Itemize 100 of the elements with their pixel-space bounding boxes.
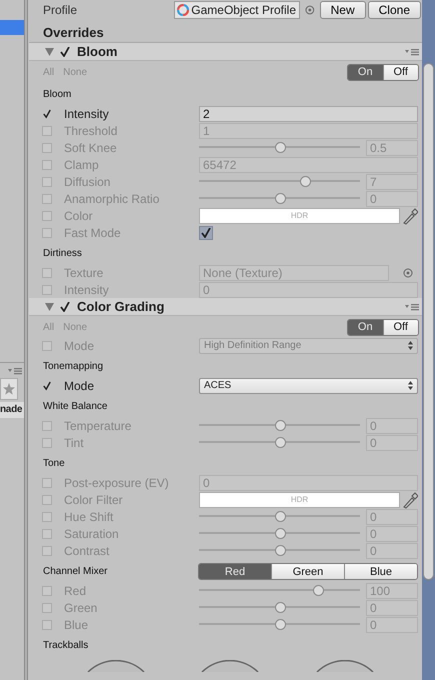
checkmark-icon [43, 380, 51, 390]
checkbox[interactable] [42, 142, 52, 152]
toggle-button[interactable]: Off [382, 320, 418, 334]
checkbox[interactable] [42, 512, 52, 522]
checkbox[interactable] [42, 210, 52, 220]
trackball-wheel[interactable] [314, 660, 375, 672]
checkbox[interactable] [42, 438, 52, 448]
channel-tab[interactable]: Blue [344, 564, 417, 579]
checkbox[interactable] [42, 194, 52, 204]
slider-thumb[interactable] [300, 176, 312, 187]
profile-field[interactable]: GameObject Profile [174, 1, 300, 19]
object-field[interactable]: None (Texture) [199, 264, 389, 280]
checkbox[interactable] [59, 300, 71, 312]
field-label: Intensity [64, 282, 110, 296]
effect-header[interactable]: Bloom [29, 43, 422, 61]
eyedropper-icon[interactable] [402, 206, 418, 224]
checkbox[interactable] [42, 620, 52, 630]
scrollbar[interactable] [422, 0, 435, 680]
button[interactable]: New [320, 1, 366, 19]
checkbox[interactable] [42, 420, 52, 430]
dropdown[interactable]: High Definition Range [199, 338, 418, 354]
channel-tab[interactable]: Green [271, 564, 344, 579]
value-field[interactable]: 0 [366, 526, 418, 542]
channel-tab[interactable]: Red [199, 564, 271, 579]
all-link[interactable]: All [43, 322, 54, 332]
checkbox[interactable] [42, 380, 52, 390]
checkbox[interactable] [42, 160, 52, 170]
none-link[interactable]: None [63, 322, 88, 332]
checkbox[interactable] [42, 126, 52, 136]
value-field[interactable]: 0 [366, 508, 418, 524]
none-link[interactable]: None [63, 66, 88, 78]
group-title: Channel Mixer [43, 566, 108, 577]
text-field[interactable]: 2 [199, 106, 418, 122]
value-field[interactable]: 0 [366, 542, 418, 558]
value-field[interactable]: 0 [366, 418, 418, 434]
field-label: Color [64, 208, 94, 222]
slider-thumb[interactable] [274, 619, 286, 630]
menu-icon[interactable] [8, 366, 22, 374]
value-field[interactable]: 0.5 [366, 140, 418, 156]
color-field[interactable]: HDR [199, 208, 400, 224]
eyedropper-icon[interactable] [402, 490, 418, 508]
toggle-button[interactable]: On [348, 64, 382, 80]
dropdown[interactable]: ACES [199, 378, 418, 394]
checkbox[interactable] [42, 494, 52, 504]
checkbox[interactable] [59, 46, 71, 58]
checkbox[interactable] [42, 284, 52, 294]
checkbox[interactable] [42, 586, 52, 596]
toggle-button[interactable]: Off [382, 64, 418, 80]
checkbox[interactable] [42, 228, 52, 238]
text-field[interactable]: 1 [199, 122, 418, 138]
slider-thumb[interactable] [274, 511, 286, 522]
field-label: Hue Shift [64, 510, 114, 524]
checkbox[interactable] [199, 226, 213, 240]
value-field[interactable]: 100 [366, 582, 418, 598]
checkbox[interactable] [42, 546, 52, 556]
checkbox[interactable] [42, 478, 52, 488]
target-icon[interactable] [403, 268, 413, 278]
text-field[interactable]: 65472 [199, 156, 418, 172]
checkbox[interactable] [42, 108, 52, 118]
trackball-wheel[interactable] [200, 660, 260, 672]
field-label: Clamp [64, 158, 100, 172]
color-field[interactable]: HDR [199, 492, 400, 508]
slider-thumb[interactable] [274, 602, 286, 613]
asset-label[interactable]: nade [0, 402, 24, 418]
value-field[interactable]: 7 [366, 174, 418, 190]
menu-icon[interactable] [405, 48, 419, 56]
updown-icon [408, 341, 413, 350]
slider-thumb[interactable] [274, 545, 286, 556]
field-label: Contrast [64, 544, 110, 558]
trackball-wheel[interactable] [86, 660, 146, 672]
value-field[interactable]: 0 [366, 600, 418, 616]
checkbox[interactable] [42, 268, 52, 278]
toggle-button[interactable]: On [348, 320, 382, 334]
field-label: Red [64, 584, 88, 598]
value-field[interactable]: 0 [366, 434, 418, 450]
scrollbar-thumb[interactable] [423, 63, 434, 580]
checkbox[interactable] [42, 176, 52, 186]
checkbox[interactable] [42, 340, 52, 350]
slider-thumb[interactable] [274, 142, 286, 153]
target-icon[interactable] [304, 5, 315, 15]
hierarchy-row[interactable] [0, 20, 24, 35]
text-field[interactable]: 0 [199, 282, 418, 298]
favorite-button[interactable] [0, 378, 18, 400]
field-label: Mode [64, 338, 96, 352]
value-field[interactable]: 0 [366, 616, 418, 632]
text-field[interactable]: 0 [199, 474, 418, 490]
effect-header[interactable]: Color Grading [29, 298, 422, 316]
slider-thumb[interactable] [274, 193, 286, 204]
value-field[interactable]: 0 [366, 190, 418, 206]
checkbox[interactable] [42, 602, 52, 612]
button[interactable]: Clone [368, 1, 421, 19]
all-link[interactable]: All [43, 66, 54, 78]
slider-thumb[interactable] [274, 420, 286, 431]
menu-icon[interactable] [405, 302, 419, 310]
expanded-arrow-icon[interactable] [45, 302, 54, 310]
slider-thumb[interactable] [274, 437, 286, 448]
slider-thumb[interactable] [313, 585, 324, 596]
checkbox[interactable] [42, 528, 52, 538]
slider-thumb[interactable] [274, 528, 286, 539]
expanded-arrow-icon[interactable] [45, 48, 54, 56]
